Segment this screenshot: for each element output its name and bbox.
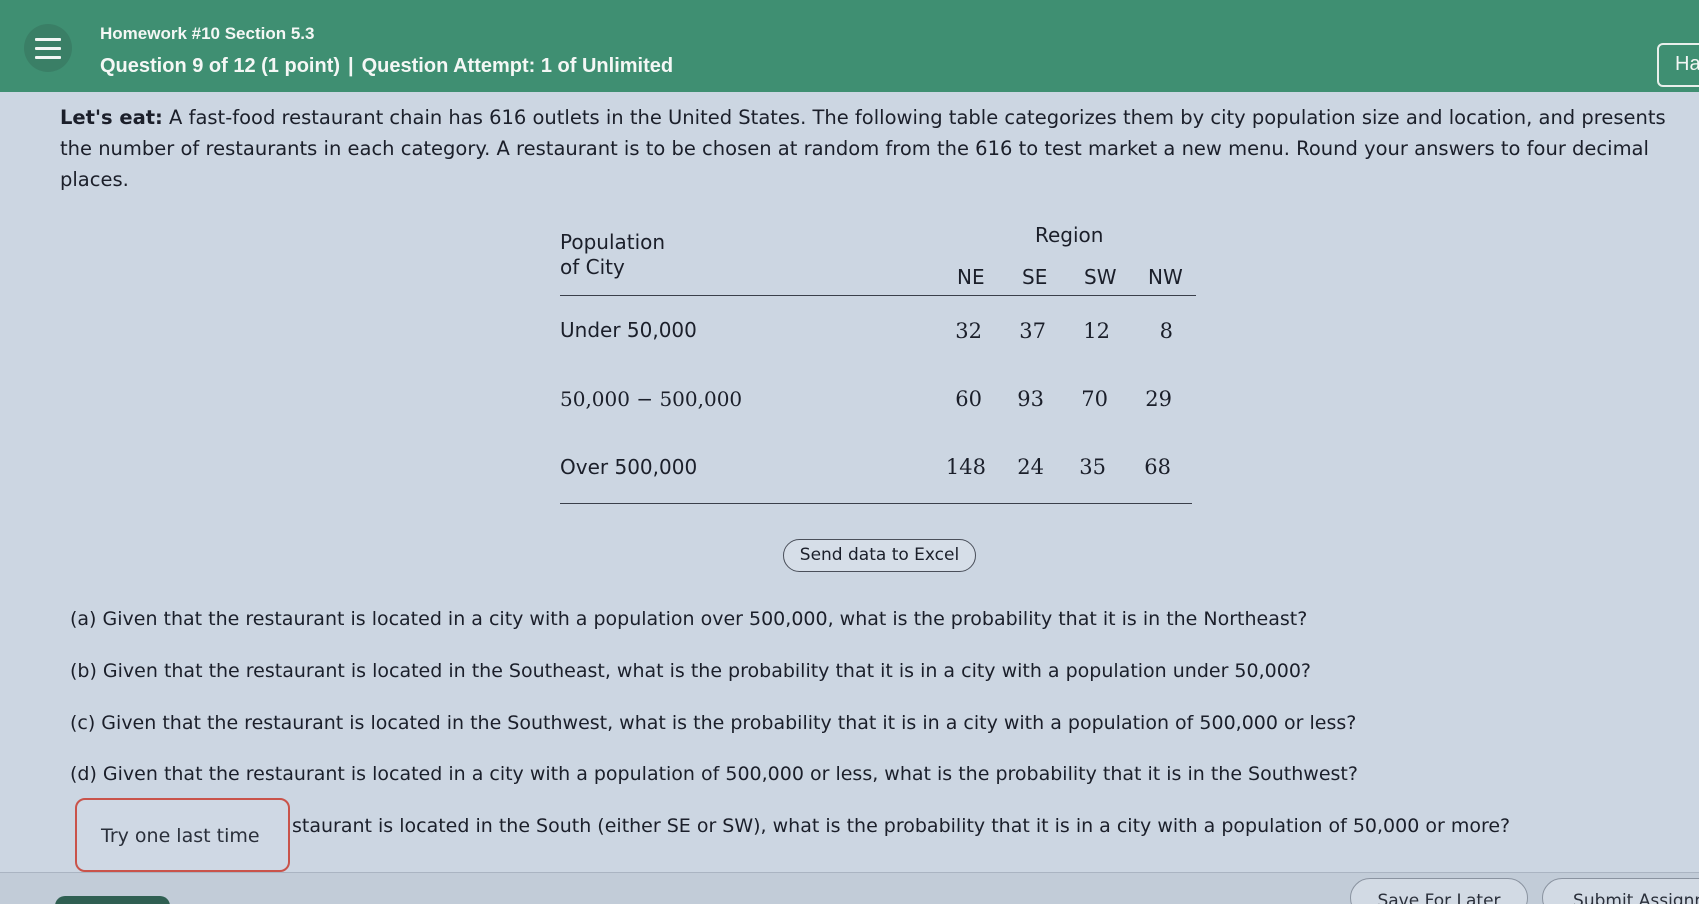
col-header-ne: NE [957, 265, 985, 289]
cell-value: 24 [1017, 455, 1044, 479]
col-header-sw: SW [1084, 265, 1117, 289]
try-one-last-time-button[interactable]: Try one last time [75, 798, 290, 872]
question-d: (d) Given that the restaurant is located… [70, 763, 1358, 785]
help-button[interactable]: Ha [1657, 43, 1699, 87]
separator: | [348, 55, 354, 77]
save-for-later-button[interactable]: Save For Later [1350, 878, 1528, 904]
assignment-header: Homework #10 Section 5.3 Question 9 of 1… [0, 0, 1699, 92]
header-rule [560, 295, 1196, 296]
cell-value: 12 [1083, 319, 1110, 343]
region-header: Region [1035, 223, 1104, 247]
col-header-nw: NW [1148, 265, 1183, 289]
row-label-over-500000: Over 500,000 [560, 455, 698, 479]
footer-rule [560, 503, 1192, 504]
row-label-50000-500000: 50,000 − 500,000 [560, 387, 743, 411]
cell-value: 8 [1159, 319, 1173, 343]
question-b: (b) Given that the restaurant is located… [70, 660, 1312, 682]
col-header-se: SE [1022, 265, 1048, 289]
question-label: Question 9 of 12 (1 point) [100, 55, 341, 77]
submit-assignment-button[interactable]: Submit Assignm [1542, 878, 1699, 904]
cell-value: 60 [955, 387, 982, 411]
data-table: Population of City Region NE SE SW NW Un… [560, 215, 1200, 505]
hamburger-menu-icon[interactable] [24, 24, 72, 72]
cell-value: 32 [955, 319, 982, 343]
homework-title: Homework #10 Section 5.3 [100, 24, 315, 43]
cell-value: 148 [945, 455, 986, 479]
cell-value: 70 [1081, 387, 1108, 411]
cell-value: 29 [1145, 387, 1172, 411]
cell-value: 35 [1079, 455, 1106, 479]
row-header-line2: of City [560, 255, 625, 279]
question-info: Question 9 of 12 (1 point) | Question Atte… [100, 55, 673, 78]
send-to-excel-button[interactable]: Send data to Excel [783, 539, 976, 572]
problem-lead: Let's eat: [60, 106, 163, 129]
problem-statement: Let's eat: A fast-food restaurant chain … [60, 102, 1670, 195]
cell-value: 93 [1017, 387, 1044, 411]
question-a: (a) Given that the restaurant is located… [70, 608, 1308, 630]
footer-tab[interactable] [55, 896, 170, 904]
question-c: (c) Given that the restaurant is located… [70, 712, 1357, 734]
question-e: staurant is located in the South (either… [292, 815, 1511, 837]
cell-value: 37 [1019, 319, 1046, 343]
problem-intro: A fast-food restaurant chain has 616 out… [60, 106, 1666, 191]
cell-value: 68 [1144, 455, 1171, 479]
row-label-under-50000: Under 50,000 [560, 318, 697, 342]
attempt-label: Question Attempt: 1 of Unlimited [361, 55, 674, 77]
row-header-line1: Population [560, 230, 666, 254]
